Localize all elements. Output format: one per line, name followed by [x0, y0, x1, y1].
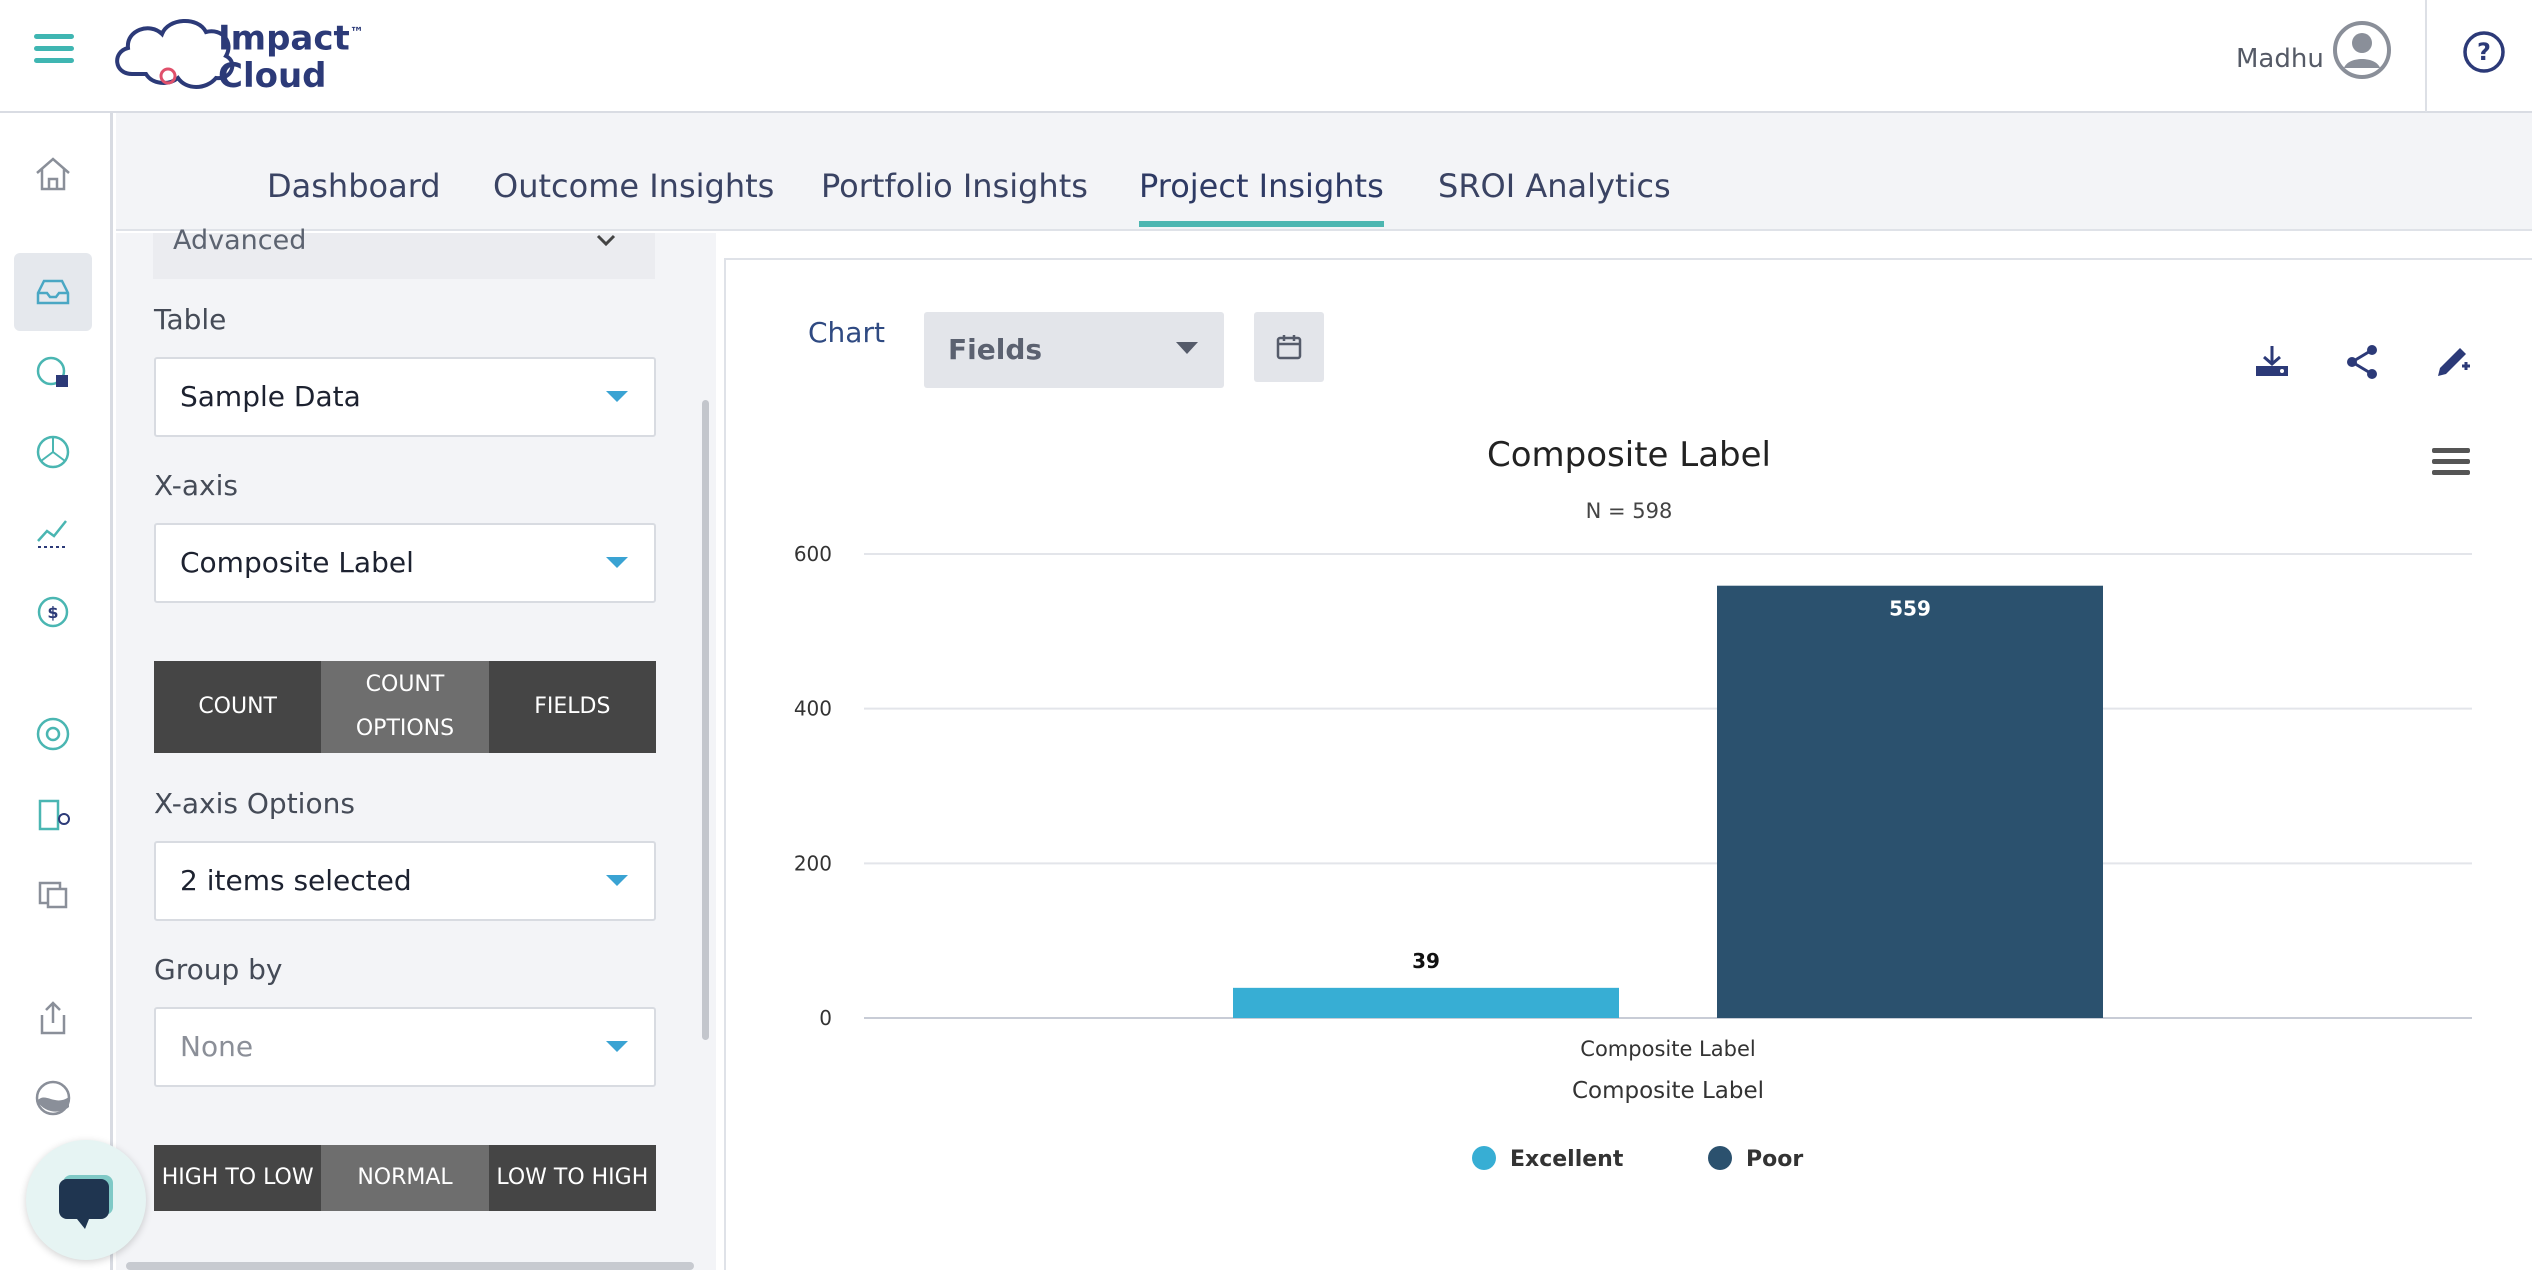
y-tick-label: 200: [794, 851, 832, 875]
xaxis-select-value: Composite Label: [180, 546, 414, 579]
insights-tab-bar: Dashboard Outcome Insights Portfolio Ins…: [116, 113, 2532, 231]
translate-icon[interactable]: [14, 855, 92, 933]
svg-text:?: ?: [2477, 38, 2491, 66]
xaxis-options-label: X-axis Options: [154, 787, 355, 820]
tab-outcome-insights[interactable]: Outcome Insights: [493, 167, 774, 205]
chart-subtitle: N = 598: [1586, 499, 1673, 523]
top-bar: Impact™ Cloud Madhu ?: [0, 0, 2532, 113]
legend-marker-poor: [1708, 1146, 1732, 1170]
normal-sort-button[interactable]: NORMAL: [321, 1145, 489, 1211]
table-label: Table: [154, 303, 227, 336]
bar-excellent: [1233, 987, 1619, 1018]
y-tick-label: 0: [819, 1006, 832, 1030]
tab-dashboard[interactable]: Dashboard: [267, 167, 441, 205]
support-lifebuoy-icon[interactable]: [14, 695, 92, 773]
group-by-label: Group by: [154, 953, 283, 986]
home-icon[interactable]: [14, 135, 92, 213]
globe-icon[interactable]: [14, 1059, 92, 1137]
x-axis-title: Composite Label: [1572, 1078, 1764, 1104]
tab-portfolio-insights[interactable]: Portfolio Insights: [821, 167, 1088, 205]
low-to-high-button[interactable]: LOW TO HIGH: [488, 1145, 656, 1211]
brand-line-2: Cloud: [218, 56, 327, 97]
bar-poor: [1717, 585, 2103, 1018]
icon-rail: $: [0, 113, 113, 1270]
user-name[interactable]: Madhu: [2236, 44, 2324, 74]
pie-chart-icon[interactable]: [14, 413, 92, 491]
legend-label-excellent: Excellent: [1510, 1147, 1624, 1172]
caret-down-icon: [606, 875, 628, 886]
group-by-value: None: [180, 1030, 254, 1063]
chevron-down-icon: [596, 234, 616, 247]
group-by-select[interactable]: None: [154, 1007, 656, 1087]
count-options-button[interactable]: COUNT OPTIONS: [321, 661, 489, 753]
aggregation-toggle: COUNT COUNT OPTIONS FIELDS: [154, 661, 656, 753]
caret-down-icon: [606, 1041, 628, 1052]
svg-text:$: $: [47, 603, 58, 622]
count-options-line-1: COUNT: [365, 672, 445, 697]
topbar-divider: [2425, 0, 2427, 112]
advanced-dropdown[interactable]: Advanced: [153, 227, 655, 279]
high-to-low-button[interactable]: HIGH TO LOW: [154, 1145, 322, 1211]
inbox-icon[interactable]: [14, 253, 92, 331]
advanced-label: Advanced: [173, 225, 307, 256]
sort-order-toggle: HIGH TO LOW NORMAL LOW TO HIGH: [154, 1145, 656, 1211]
table-select-value: Sample Data: [180, 380, 361, 413]
count-button[interactable]: COUNT: [154, 661, 322, 753]
export-upload-icon[interactable]: [14, 979, 92, 1057]
horizontal-scrollbar[interactable]: [126, 1262, 694, 1270]
report-chart-icon[interactable]: [14, 333, 92, 411]
data-label: 39: [1412, 949, 1440, 973]
organization-building-icon[interactable]: [14, 775, 92, 853]
legend-marker-excellent: [1472, 1146, 1496, 1170]
brand-name: Impact™ Cloud: [218, 14, 364, 95]
chart-title: Composite Label: [1487, 435, 1771, 475]
brand-trademark: ™: [349, 25, 364, 41]
data-label: 559: [1889, 597, 1931, 621]
chart-config-panel: Advanced Table Sample Data X-axis Compos…: [116, 227, 716, 1270]
x-tick-label: Composite Label: [1580, 1037, 1755, 1061]
legend-label-poor: Poor: [1746, 1147, 1803, 1172]
y-tick-label: 400: [794, 697, 832, 721]
chart-card: Chart Fields Composite Label N = 598 0 200 4…: [724, 258, 2532, 1270]
help-icon[interactable]: ?: [2462, 30, 2506, 74]
xaxis-label: X-axis: [154, 469, 238, 502]
panel-scrollbar[interactable]: [702, 400, 709, 1040]
y-tick-label: 600: [794, 542, 832, 566]
chat-button[interactable]: [26, 1140, 146, 1260]
chat-bubble-icon: [59, 1175, 113, 1229]
sroi-dollar-icon[interactable]: $: [14, 573, 92, 651]
tab-sroi-analytics[interactable]: SROI Analytics: [1438, 167, 1671, 205]
fields-button[interactable]: FIELDS: [488, 661, 656, 753]
xaxis-select[interactable]: Composite Label: [154, 523, 656, 603]
caret-down-icon: [606, 557, 628, 568]
user-avatar-icon[interactable]: [2332, 20, 2392, 80]
caret-down-icon: [606, 391, 628, 402]
xaxis-options-select[interactable]: 2 items selected: [154, 841, 656, 921]
tab-project-insights[interactable]: Project Insights: [1139, 167, 1384, 227]
count-options-line-2: OPTIONS: [355, 716, 455, 741]
trend-chart-icon[interactable]: [14, 493, 92, 571]
brand-line-1: Impact: [218, 18, 350, 59]
hamburger-menu-icon[interactable]: [34, 34, 74, 68]
xaxis-options-value: 2 items selected: [180, 864, 412, 897]
table-select[interactable]: Sample Data: [154, 357, 656, 437]
bar-chart: Composite Label N = 598 0 200 400 600 39 559 Com…: [794, 435, 2472, 1172]
